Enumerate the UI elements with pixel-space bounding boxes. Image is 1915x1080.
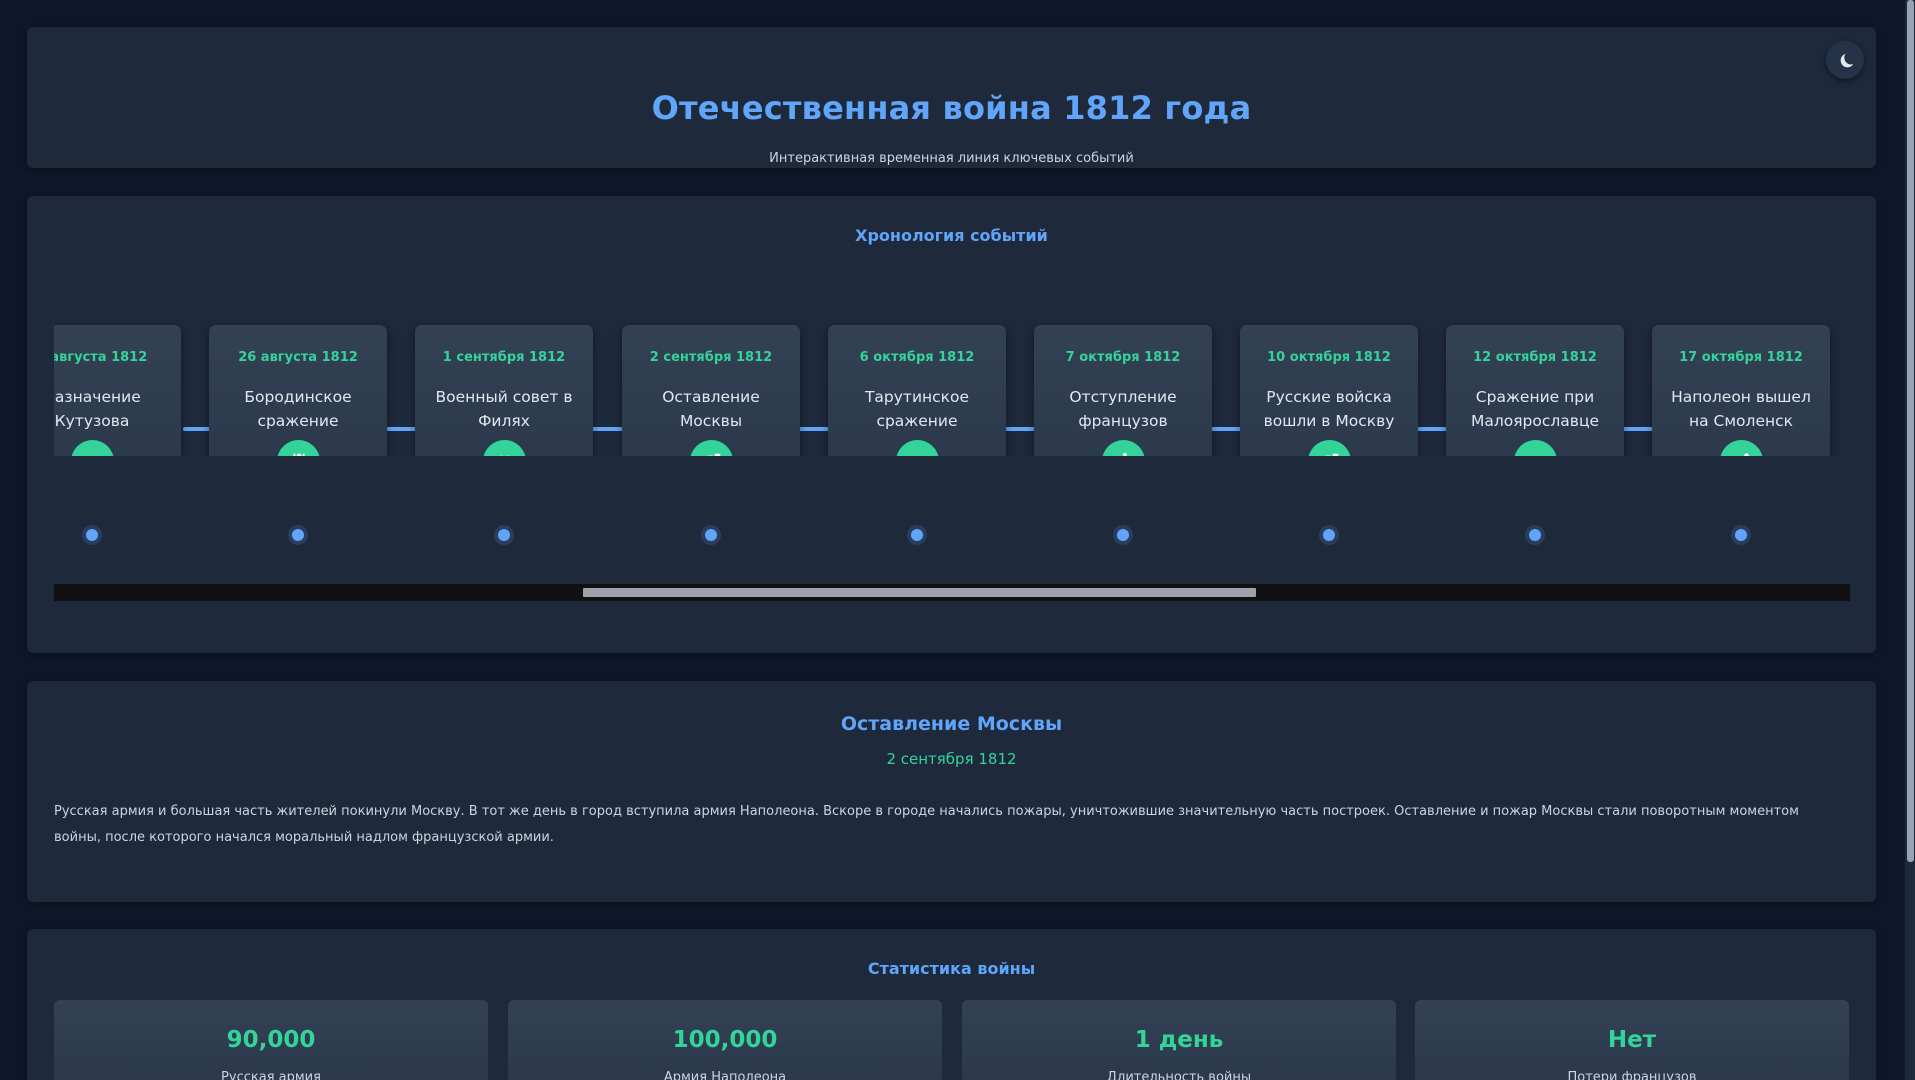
stats-panel: Статистика войны 90,000 Русская армия 10… xyxy=(27,929,1876,1080)
event-date: 12 октября 1812 xyxy=(1473,350,1597,365)
timeline-panel: Хронология событий 8 августа 1812 Назнач… xyxy=(27,196,1876,653)
stat-value: 1 день xyxy=(1134,1027,1224,1053)
detail-title: Оставление Москвы xyxy=(840,713,1063,735)
stat-label: Потери французов xyxy=(1567,1070,1697,1080)
event-date: 7 октября 1812 xyxy=(1065,350,1181,365)
event-title: Тарутинское сражение xyxy=(864,388,970,430)
event-title: Оставление Москвы xyxy=(662,388,760,430)
event-date: 1 сентября 1812 xyxy=(442,350,566,365)
stat-label: Армия Наполеона xyxy=(663,1070,787,1080)
stats-title: Статистика войны xyxy=(867,959,1036,978)
stat-card: 100,000 Армия Наполеона xyxy=(508,1000,942,1080)
timeline-event-6[interactable]: 10 октября 1812 Русские войска вошли в М… xyxy=(1240,325,1418,456)
city-icon xyxy=(690,440,733,456)
theme-toggle-button[interactable] xyxy=(1826,41,1864,79)
timeline-dot[interactable] xyxy=(701,525,721,545)
timeline-event-4[interactable]: 6 октября 1812 Тарутинское сражение xyxy=(828,325,1006,456)
event-title: Сражение при Малоярославце xyxy=(1470,388,1600,430)
page-subtitle: Интерактивная временная линия ключевых с… xyxy=(769,151,1134,166)
event-date: 2 сентября 1812 xyxy=(649,350,773,365)
stat-value: 90,000 xyxy=(226,1027,316,1053)
city-icon xyxy=(1308,440,1351,456)
event-title: Назначение Кутузова xyxy=(54,388,141,430)
event-date: 17 октября 1812 xyxy=(1679,350,1803,365)
timeline-track[interactable]: 8 августа 1812 Назначение Кутузова 26 ав… xyxy=(54,296,1850,456)
timeline-dot[interactable] xyxy=(1113,525,1133,545)
empty-icon xyxy=(1514,440,1557,456)
page-scroll-thumb[interactable] xyxy=(1907,0,1914,862)
detail-description: Русская армия и большая часть жителей по… xyxy=(54,804,1799,845)
stat-card: 90,000 Русская армия xyxy=(54,1000,488,1080)
timeline-event-5[interactable]: 7 октября 1812 Отступление французов xyxy=(1034,325,1212,456)
timeline-dot[interactable] xyxy=(494,525,514,545)
timeline-scrollbar[interactable] xyxy=(54,584,1850,601)
page-scrollbar[interactable] xyxy=(1905,0,1915,1080)
page: Отечественная война 1812 года Интерактив… xyxy=(0,0,1915,1080)
timeline-event-1[interactable]: 26 августа 1812 Бородинское сражение xyxy=(209,325,387,456)
timeline-dot[interactable] xyxy=(1525,525,1545,545)
event-title: Военный совет в Филях xyxy=(435,388,573,430)
stat-card: Нет Потери французов xyxy=(1415,1000,1849,1080)
chess-rook-icon xyxy=(277,440,320,456)
timeline-event-3[interactable]: 2 сентября 1812 Оставление Москвы xyxy=(622,325,800,456)
event-title: Наполеон вышел на Смоленск xyxy=(1671,388,1811,430)
crown-icon xyxy=(71,440,114,456)
timeline-dots xyxy=(54,521,1850,551)
page-title: Отечественная война 1812 года xyxy=(651,89,1252,127)
timeline-event-7[interactable]: 12 октября 1812 Сражение при Малоярослав… xyxy=(1446,325,1624,456)
event-date: 10 октября 1812 xyxy=(1267,350,1391,365)
empty-icon xyxy=(896,440,939,456)
stat-label: Длительность войны xyxy=(1106,1070,1252,1080)
timeline-event-2[interactable]: 1 сентября 1812 Военный совет в Филях xyxy=(415,325,593,456)
stat-value: 100,000 xyxy=(672,1027,778,1053)
timeline-scroll-thumb[interactable] xyxy=(583,588,1256,597)
event-date: 26 августа 1812 xyxy=(238,350,358,365)
route-icon xyxy=(1720,440,1763,456)
detail-date: 2 сентября 1812 xyxy=(886,750,1017,768)
timeline-dot[interactable] xyxy=(1319,525,1339,545)
timeline-dot[interactable] xyxy=(907,525,927,545)
timeline-dot[interactable] xyxy=(288,525,308,545)
event-detail-panel: Оставление Москвы 2 сентября 1812 Русска… xyxy=(27,681,1876,902)
stat-label: Русская армия xyxy=(221,1070,321,1080)
event-title: Бородинское сражение xyxy=(244,388,352,430)
timeline-dot[interactable] xyxy=(82,525,102,545)
timeline-dot[interactable] xyxy=(1731,525,1751,545)
moon-icon xyxy=(1840,53,1853,68)
stat-card: 1 день Длительность войны xyxy=(962,1000,1396,1080)
stat-value: Нет xyxy=(1607,1027,1657,1053)
walking-icon xyxy=(1102,440,1145,456)
timeline-event-8[interactable]: 17 октября 1812 Наполеон вышел на Смолен… xyxy=(1652,325,1830,456)
event-title: Отступление французов xyxy=(1069,388,1177,430)
header-panel: Отечественная война 1812 года Интерактив… xyxy=(27,27,1876,168)
group-icon xyxy=(483,440,526,456)
event-title: Русские войска вошли в Москву xyxy=(1263,388,1395,430)
event-date: 6 октября 1812 xyxy=(859,350,975,365)
timeline-event-0[interactable]: 8 августа 1812 Назначение Кутузова xyxy=(54,325,181,456)
timeline-title: Хронология событий xyxy=(855,226,1048,245)
event-date: 8 августа 1812 xyxy=(54,350,148,365)
